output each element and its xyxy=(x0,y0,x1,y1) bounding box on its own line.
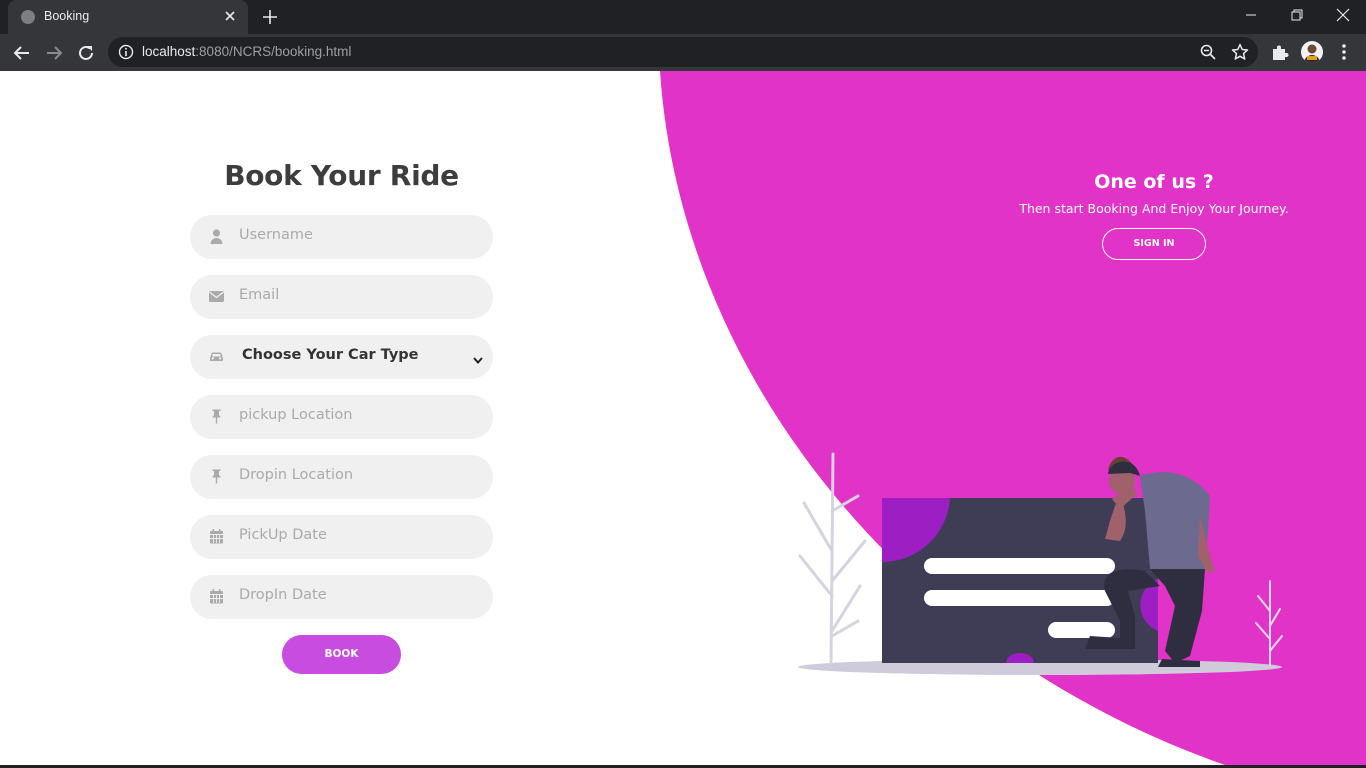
pin-icon xyxy=(208,468,225,485)
chevron-down-icon xyxy=(472,351,484,365)
sign-in-button[interactable]: SIGN IN xyxy=(1102,228,1206,260)
booking-page: Book Your Ride Username Email Choose You… xyxy=(0,71,1366,765)
address-bar[interactable]: localhost:8080/NCRS/booking.html xyxy=(108,37,1258,67)
forward-button[interactable] xyxy=(40,39,68,67)
email-placeholder: Email xyxy=(239,287,280,303)
book-button[interactable]: BOOK xyxy=(282,635,401,674)
reload-button[interactable] xyxy=(72,39,100,67)
minimize-button[interactable] xyxy=(1228,0,1274,30)
car-type-value: Choose Your Car Type xyxy=(242,347,419,363)
kebab-menu-icon[interactable] xyxy=(1334,42,1354,62)
email-input[interactable]: Email xyxy=(190,275,493,319)
booking-illustration xyxy=(798,452,1283,675)
page-title: Book Your Ride xyxy=(224,159,459,192)
zoom-icon[interactable] xyxy=(1199,43,1217,61)
browser-toolbar: localhost:8080/NCRS/booking.html xyxy=(0,34,1366,71)
dropin-date-input[interactable]: DropIn Date xyxy=(190,575,493,619)
user-icon xyxy=(208,228,225,245)
panel-subtitle: Then start Booking And Enjoy Your Journe… xyxy=(1019,201,1289,216)
tab-close-icon[interactable] xyxy=(222,8,238,24)
pickup-location-input[interactable]: pickup Location xyxy=(190,395,493,439)
car-type-select[interactable]: Choose Your Car Type xyxy=(190,335,493,379)
panel-title: One of us ? xyxy=(1094,171,1214,193)
pickup-location-placeholder: pickup Location xyxy=(239,407,353,423)
calendar-icon xyxy=(208,588,225,605)
car-icon xyxy=(208,348,225,365)
username-placeholder: Username xyxy=(239,227,313,243)
back-button[interactable] xyxy=(8,39,36,67)
pickup-date-placeholder: PickUp Date xyxy=(239,527,327,543)
tab-title: Booking xyxy=(44,9,90,23)
restore-button[interactable] xyxy=(1274,0,1320,30)
info-icon[interactable] xyxy=(118,44,134,60)
dropin-location-placeholder: Dropin Location xyxy=(239,467,354,483)
profile-avatar[interactable] xyxy=(1301,41,1323,63)
pin-icon xyxy=(208,408,225,425)
new-tab-button[interactable] xyxy=(259,6,281,28)
browser-tab-strip: Booking xyxy=(0,0,1366,34)
dropin-date-placeholder: DropIn Date xyxy=(239,587,327,603)
bookmark-star-icon[interactable] xyxy=(1231,43,1249,61)
pickup-date-input[interactable]: PickUp Date xyxy=(190,515,493,559)
username-input[interactable]: Username xyxy=(190,215,493,259)
globe-icon xyxy=(21,10,35,24)
dropin-location-input[interactable]: Dropin Location xyxy=(190,455,493,499)
url-text: localhost:8080/NCRS/booking.html xyxy=(142,44,352,59)
close-window-button[interactable] xyxy=(1320,0,1366,30)
browser-tab[interactable]: Booking xyxy=(8,0,248,34)
extensions-puzzle-icon[interactable] xyxy=(1270,43,1290,63)
calendar-icon xyxy=(208,528,225,545)
envelope-icon xyxy=(208,288,225,305)
